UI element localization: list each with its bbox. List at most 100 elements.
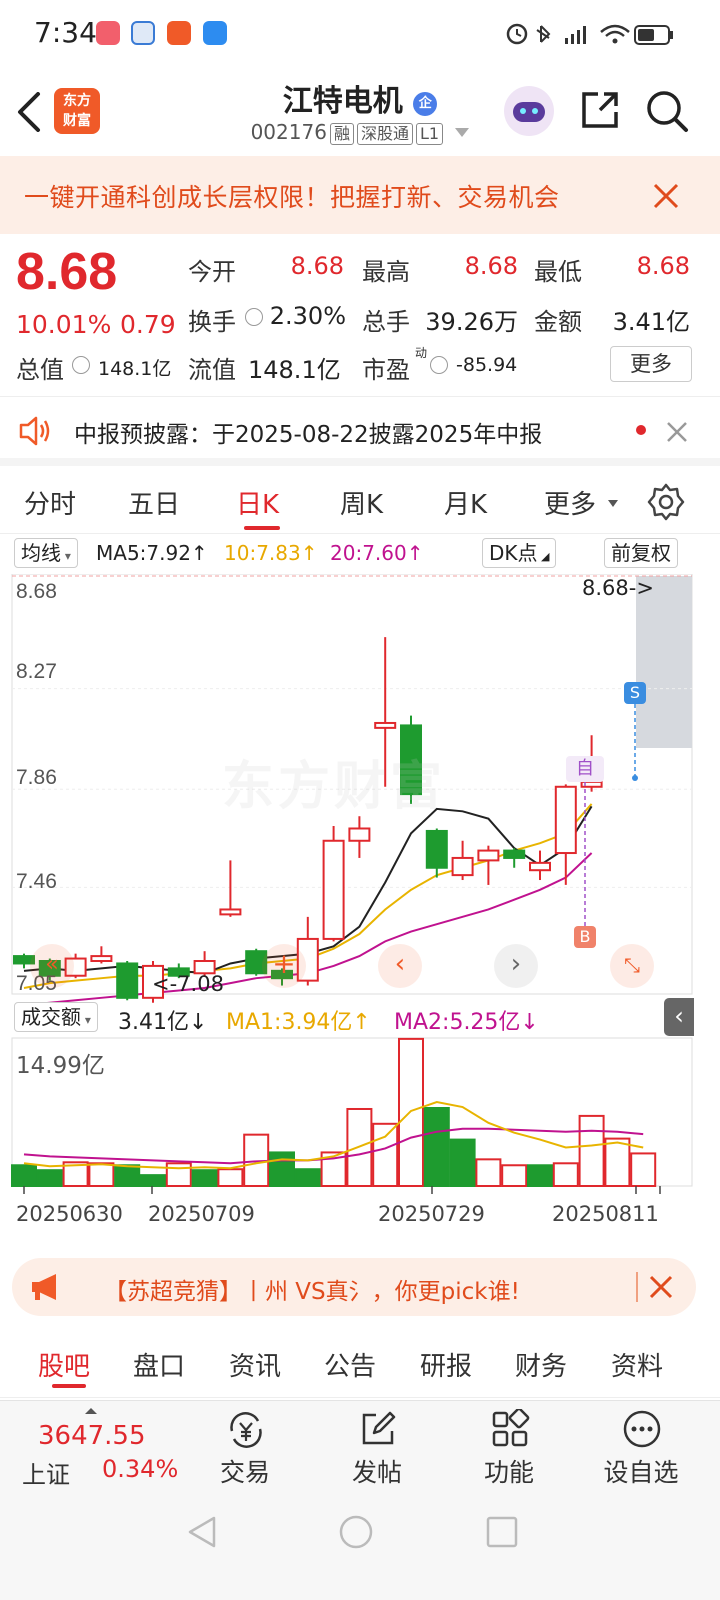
volume-bar (630, 1152, 657, 1187)
gear-icon[interactable] (646, 482, 686, 522)
volume-bar (114, 1164, 141, 1187)
collapse-panel-icon[interactable]: ‹ (664, 998, 694, 1036)
volume-bar (140, 1174, 166, 1187)
low-price-label: <-7.08 (152, 972, 224, 996)
tab-orderbook[interactable]: 盘口 (133, 1346, 185, 1383)
tab-announcements[interactable]: 公告 (324, 1346, 376, 1383)
candle-body (477, 849, 500, 862)
expand-icon[interactable]: ⤡ (610, 944, 654, 988)
pe-label: 市盈 (362, 356, 410, 384)
nav-home-icon[interactable] (336, 1512, 376, 1552)
self-select-marker[interactable]: 自 (566, 756, 604, 782)
candle-body (348, 827, 371, 842)
price-axis-label: 7.86 (16, 766, 57, 789)
close-icon[interactable] (648, 1274, 674, 1300)
notice-text: 中报预披露：于2025-08-22披露2025年中报 (74, 422, 543, 448)
trade-yen-icon (230, 1412, 262, 1448)
add-watchlist-button[interactable]: 设自选 (576, 1401, 706, 1493)
amount-label: 金额 (534, 308, 582, 336)
search-icon[interactable] (644, 88, 690, 134)
ad-text: 【苏超竞猜】丨州 VS真氵，你更pick谁! (104, 1279, 520, 1305)
date-label: 20250811 (552, 1202, 659, 1226)
index-change: 0.34% (102, 1455, 179, 1483)
nav-back-icon[interactable] (184, 1514, 220, 1550)
enterprise-badge-icon: 企 (413, 92, 438, 116)
candle-body (322, 839, 345, 940)
ad-bar[interactable]: 【苏超竞猜】丨州 VS真氵，你更pick谁! (12, 1258, 696, 1316)
more-button[interactable]: 更多 (610, 346, 692, 382)
kline-chart[interactable]: 8.68 8.27 7.86 7.46 7.05 东方财富 8.68-> <-7… (0, 574, 720, 1234)
tab-profile[interactable]: 资料 (611, 1346, 663, 1383)
stock-header: 东方 财富 江特电机 企 002176 融深股通 L1 (0, 68, 720, 156)
pe-sup: 动 (415, 346, 428, 360)
status-bar: 7:34 (0, 0, 720, 68)
tab-more[interactable]: 更多 (544, 484, 596, 521)
watermark: 东方财富 (222, 757, 447, 817)
ma20-value: 20:7.60↑ (330, 541, 424, 565)
indicator-selector-label: 均线 (21, 541, 61, 565)
tab-news[interactable]: 资讯 (229, 1346, 281, 1383)
nav-recents-icon[interactable] (484, 1514, 520, 1550)
candle-body (425, 829, 448, 869)
chevron-down-icon: ▾ (61, 549, 71, 563)
tab-financials[interactable]: 财务 (515, 1346, 567, 1383)
volume-bar (423, 1107, 450, 1188)
sell-marker[interactable]: S (624, 682, 646, 704)
mktcap-label: 总值 (16, 356, 64, 384)
candle-body (451, 856, 474, 877)
trade-button[interactable]: 交易 (180, 1401, 310, 1493)
assistant-avatar-icon[interactable] (504, 86, 554, 136)
volume-value: 39.26万 (425, 308, 518, 336)
tab-five-day[interactable]: 五日 (128, 484, 180, 521)
chevron-down-icon (608, 500, 618, 507)
functions-button[interactable]: 功能 (444, 1401, 574, 1493)
post-label: 发帖 (351, 1458, 402, 1487)
tab-monthly-k[interactable]: 月K (444, 484, 487, 521)
volume-bar (501, 1164, 528, 1187)
adjust-selector[interactable]: 前复权 (604, 538, 678, 568)
info-icon[interactable] (430, 356, 448, 374)
volume-bar (217, 1168, 244, 1187)
indicator-selector[interactable]: 均线 ▾ (14, 538, 78, 568)
volume-bar (552, 1162, 579, 1187)
amount-value: 3.41亿 (612, 308, 690, 336)
volume-ma2: MA2:5.25亿↓ (394, 1010, 539, 1035)
pe-value: -85.94 (456, 354, 518, 376)
system-status-icons (506, 23, 673, 45)
volume-indicator-selector[interactable]: 成交额 ▾ (14, 1002, 98, 1032)
high-label: 最高 (362, 258, 410, 286)
chevron-left-icon[interactable]: ‹ (378, 944, 422, 988)
megaphone-icon (32, 1274, 56, 1300)
crosshair-plus-icon[interactable]: + (262, 944, 306, 988)
volume-bar (88, 1162, 115, 1187)
tab-research[interactable]: 研报 (420, 1346, 472, 1383)
notification-app-icon-2 (131, 21, 155, 45)
ma10-value: 10:7.83↑ (224, 541, 318, 565)
candle-body (503, 849, 526, 859)
close-icon[interactable] (652, 182, 680, 210)
volume-bar (372, 1122, 399, 1187)
tab-weekly-k[interactable]: 周K (340, 484, 383, 521)
date-label: 20250709 (148, 1202, 255, 1226)
tab-forum[interactable]: 股吧 (38, 1346, 90, 1383)
notice-bar[interactable]: 中报预披露：于2025-08-22披露2025年中报 (0, 396, 720, 466)
zoom-left-icon[interactable]: « (30, 944, 74, 988)
buy-marker[interactable]: B (574, 926, 596, 948)
price-axis-label: 8.27 (16, 660, 57, 683)
close-icon[interactable] (666, 421, 688, 443)
chevron-right-icon[interactable]: › (494, 944, 538, 988)
volume-bar (269, 1151, 295, 1188)
info-icon[interactable] (72, 356, 90, 374)
share-icon[interactable] (578, 88, 622, 132)
date-label: 20250630 (16, 1202, 123, 1226)
info-icon[interactable] (245, 308, 263, 326)
volume-bar (191, 1169, 218, 1188)
post-button[interactable]: 发帖 (312, 1401, 442, 1493)
tab-intraday[interactable]: 分时 (24, 484, 76, 521)
turnover-label: 换手 (188, 308, 236, 336)
date-label: 20250729 (378, 1202, 485, 1226)
dk-point-selector[interactable]: DK点 ◢ (482, 538, 557, 568)
promo-banner[interactable]: 一键开通科创成长层权限！把握打新、交易机会 (0, 156, 720, 234)
tab-daily-k[interactable]: 日K (236, 484, 279, 521)
index-ticker[interactable]: 3647.55 上证 0.34% (0, 1401, 190, 1493)
